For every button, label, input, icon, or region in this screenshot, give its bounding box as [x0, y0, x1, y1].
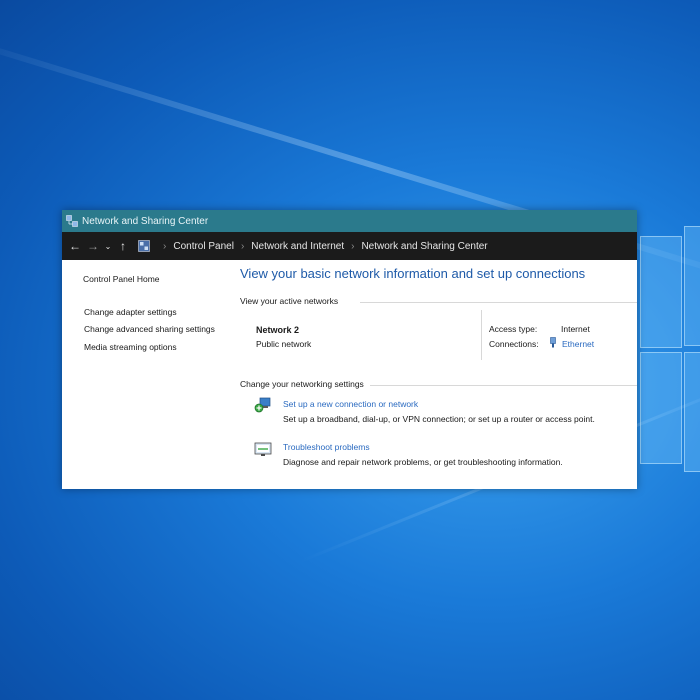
- section-divider: [360, 302, 637, 303]
- window-title: Network and Sharing Center: [82, 215, 209, 227]
- windows-logo-pane: [684, 226, 700, 346]
- sidebar-change-advanced-sharing[interactable]: Change advanced sharing settings: [84, 324, 215, 334]
- troubleshoot-icon: [254, 442, 272, 456]
- breadcrumb-control-panel[interactable]: Control Panel: [173, 241, 234, 252]
- breadcrumb-network-and-internet[interactable]: Network and Internet: [251, 241, 344, 252]
- control-panel-icon: [138, 240, 150, 252]
- change-settings-heading: Change your networking settings: [240, 379, 368, 389]
- back-arrow-icon[interactable]: ←: [68, 239, 82, 253]
- network-type-link: Public network: [256, 339, 312, 349]
- ethernet-icon: [550, 337, 556, 348]
- network-name: Network 2: [256, 325, 300, 335]
- sidebar: Control Panel Home Change adapter settin…: [62, 260, 232, 489]
- sidebar-control-panel-home[interactable]: Control Panel Home: [83, 274, 160, 284]
- up-arrow-icon[interactable]: ↑: [116, 239, 130, 253]
- sidebar-change-adapter-settings[interactable]: Change adapter settings: [84, 307, 177, 317]
- breadcrumb-separator-icon: ›: [351, 240, 355, 252]
- forward-arrow-icon[interactable]: →: [86, 239, 100, 253]
- sidebar-media-streaming-options[interactable]: Media streaming options: [84, 342, 177, 352]
- new-connection-icon: [254, 397, 271, 413]
- active-networks-heading: View your active networks: [240, 296, 343, 306]
- title-bar[interactable]: Network and Sharing Center: [62, 210, 637, 232]
- windows-logo-pane: [640, 352, 682, 464]
- troubleshoot-problems-description: Diagnose and repair network problems, or…: [283, 457, 563, 467]
- setup-new-connection-link[interactable]: Set up a new connection or network: [283, 399, 418, 409]
- ethernet-connection-link[interactable]: Ethernet: [562, 339, 594, 349]
- troubleshoot-problems-link[interactable]: Troubleshoot problems: [283, 442, 370, 452]
- access-type-label: Access type:: [489, 324, 538, 334]
- main-panel: View your basic network information and …: [240, 260, 637, 489]
- breadcrumb-separator-icon: ›: [240, 240, 245, 252]
- breadcrumb-network-sharing-center[interactable]: Network and Sharing Center: [361, 241, 487, 252]
- access-type-value: Internet: [561, 324, 590, 334]
- connections-label: Connections:: [489, 339, 539, 349]
- section-divider: [370, 385, 637, 386]
- network-center-app-icon: [66, 215, 78, 227]
- page-title: View your basic network information and …: [240, 266, 586, 281]
- windows-logo-pane: [640, 236, 682, 348]
- address-bar: ← → ⌄ ↑ › Control Panel › Network and In…: [62, 232, 637, 260]
- breadcrumb-separator-icon: ›: [163, 240, 167, 252]
- network-sharing-center-window: Network and Sharing Center ← → ⌄ ↑ › Con…: [62, 210, 637, 489]
- content-area: Control Panel Home Change adapter settin…: [62, 260, 637, 489]
- chevron-down-icon[interactable]: ⌄: [104, 242, 112, 251]
- windows-logo-pane: [684, 352, 700, 472]
- network-info-divider: [481, 310, 482, 360]
- setup-new-connection-description: Set up a broadband, dial-up, or VPN conn…: [283, 414, 595, 424]
